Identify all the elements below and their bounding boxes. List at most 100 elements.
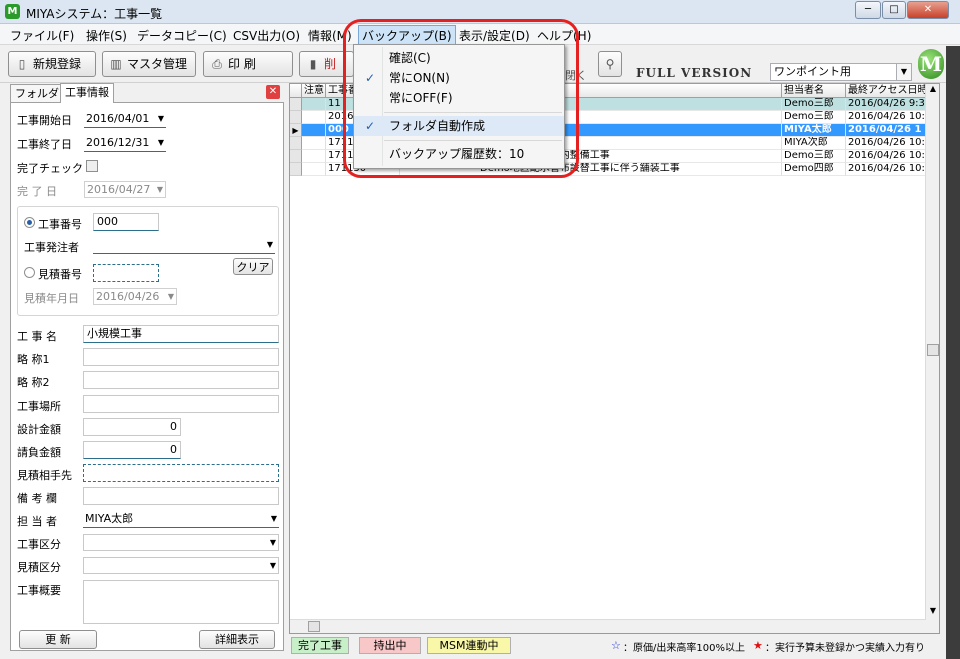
end-date-field[interactable]: 2016/12/31 ▼ [84,135,166,152]
update-button[interactable]: 更 新 [19,630,97,649]
kouji-kubun-label: 工事区分 [17,538,61,551]
summary-field[interactable] [83,580,279,624]
title-bar: M MIYAシステム：工事一覧 ─ □ ✕ [0,0,960,24]
table-cell-access: 2016/04/26 1 [846,124,926,137]
complete-check-label: 完了チェック [17,162,83,175]
menu-operation[interactable]: 操作(S) [86,27,127,44]
chevron-down-icon: ▼ [157,138,164,147]
menu-backup[interactable]: バックアップ(B) [358,25,456,46]
close-window-button[interactable]: ✕ [907,1,949,19]
design-amount-field[interactable]: 0 [83,418,181,436]
contract-amount-field[interactable]: 0 [83,441,181,459]
table-cell-person: MIYA太郎 [782,124,846,137]
estimate-date-field: 2016/04/26 ▼ [93,288,177,305]
contract-amount-label: 請負金額 [17,446,61,459]
clear-button[interactable]: クリア [233,258,273,275]
table-cell-access: 2016/04/26 10:3 [846,150,926,163]
detail-button[interactable]: 詳細表示 [199,630,275,649]
backup-menu-confirm[interactable]: 確認(C) [354,48,564,68]
status-msm: MSM連動中 [427,637,511,654]
short2-field[interactable] [83,371,279,389]
status-bar: 完了工事 持出中 MSM連動中 ☆ ：原価/出来高率100%以上 ★ ：実行予算… [289,636,940,655]
close-icon[interactable]: ✕ [266,85,280,99]
table-cell-note [302,150,326,163]
print-button[interactable]: ⎙ 印 刷 [203,51,293,77]
start-date-field[interactable]: 2016/04/01 ▼ [84,111,166,128]
table-cell-note [302,111,326,124]
row-header-corner [290,84,302,98]
black-star-icon: ★ [753,639,763,652]
new-register-button[interactable]: ▯ 新規登録 [8,51,96,77]
column-header-access[interactable]: 最終アクセス日時 [846,84,926,98]
menu-info[interactable]: 情報(M) [308,27,352,44]
koji-name-label: 工 事 名 [17,330,57,343]
onepoint-select[interactable]: ワンポイント用 ▼ [770,63,912,81]
remarks-label: 備 考 欄 [17,492,57,505]
menu-view-settings[interactable]: 表示/設定(D) [459,27,530,44]
vertical-scrollbar[interactable]: ▲ ▼ [925,84,939,633]
tab-folder[interactable]: フォルダ [10,84,64,102]
scroll-down-icon[interactable]: ▼ [927,606,939,618]
search-button[interactable]: ⚲ [598,51,622,77]
estimate-no-radio[interactable] [24,267,35,278]
chevron-down-icon: ▼ [896,64,911,80]
orderer-label: 工事発注者 [24,241,79,254]
person-select[interactable]: MIYA太郎 ▼ [83,511,279,528]
short1-field[interactable] [83,348,279,366]
complete-checkbox[interactable] [86,160,98,172]
status-complete: 完了工事 [291,637,349,654]
koji-no-field[interactable]: 000 [93,213,159,231]
chevron-down-icon: ▼ [156,185,163,194]
chevron-down-icon: ▼ [269,561,276,570]
remarks-field[interactable] [83,487,279,505]
delete-button[interactable]: ▮ 削 [299,51,354,77]
status-carryout: 持出中 [359,637,421,654]
app-icon: M [5,4,20,19]
site-field[interactable] [83,395,279,413]
menu-file[interactable]: ファイル(F) [10,27,74,44]
table-cell-access: 2016/04/26 10:1 [846,137,926,150]
koji-no-label: 工事番号 [38,218,82,231]
table-cell-person: Demo四郎 [782,163,846,176]
column-header-person[interactable]: 担当者名 [782,84,846,98]
mitsumori-kubun-select[interactable]: ▼ [83,557,279,574]
kouji-kubun-select[interactable]: ▼ [83,534,279,551]
scroll-thumb[interactable] [927,344,939,356]
table-icon: ▥ [110,57,122,71]
complete-date-label: 完 了 日 [17,185,57,198]
tab-koji-info[interactable]: 工事情報 [60,83,114,103]
menu-data-copy[interactable]: データコピー(C) [137,27,227,44]
orderer-select[interactable]: ▼ [93,237,275,254]
koji-info-form: 工事開始日 2016/04/01 ▼ 工事終了日 2016/12/31 ▼ 完了チェ… [10,102,284,651]
hidden-partial-text: 閉く [565,69,587,82]
backup-menu-always-on[interactable]: ✓ 常にON(N) [354,68,564,88]
master-manage-button[interactable]: ▥ マスタ管理 [102,51,196,77]
chevron-down-icon: ▼ [167,292,174,301]
backup-menu-history-count[interactable]: バックアップ履歴数：10 [354,144,564,164]
koji-no-radio[interactable] [24,217,35,228]
column-header-note[interactable]: 注意 [302,84,326,98]
table-cell-person: MIYA次郎 [782,137,846,150]
estimate-date-label: 見積年月日 [24,292,79,305]
estimate-to-field[interactable] [83,464,279,482]
menu-csv-output[interactable]: CSV出力(O) [233,27,300,44]
short2-label: 略 称2 [17,376,50,389]
menu-separator [384,112,562,113]
minimize-button[interactable]: ─ [855,1,881,19]
menu-bar: ファイル(F) 操作(S) データコピー(C) CSV出力(O) 情報(M) バ… [0,24,960,46]
menu-help[interactable]: ヘルプ(H) [537,27,591,44]
chevron-down-icon: ▼ [270,514,277,523]
scroll-up-icon[interactable]: ▲ [927,84,939,96]
maximize-button[interactable]: □ [882,1,906,19]
chevron-down-icon: ▼ [269,538,276,547]
table-cell-note [302,163,326,176]
table-cell-person: Demo三郎 [782,98,846,111]
backup-menu-auto-folder[interactable]: ✓ フォルダ自動作成 [354,116,564,136]
table-cell-note [302,98,326,111]
estimate-no-field[interactable] [93,264,159,282]
table-cell-note [302,124,326,137]
koji-name-field[interactable]: 小規模工事 [83,325,279,343]
hscroll-thumb[interactable] [308,621,320,632]
backup-menu-always-off[interactable]: 常にOFF(F) [354,88,564,108]
horizontal-scrollbar[interactable] [290,619,926,633]
